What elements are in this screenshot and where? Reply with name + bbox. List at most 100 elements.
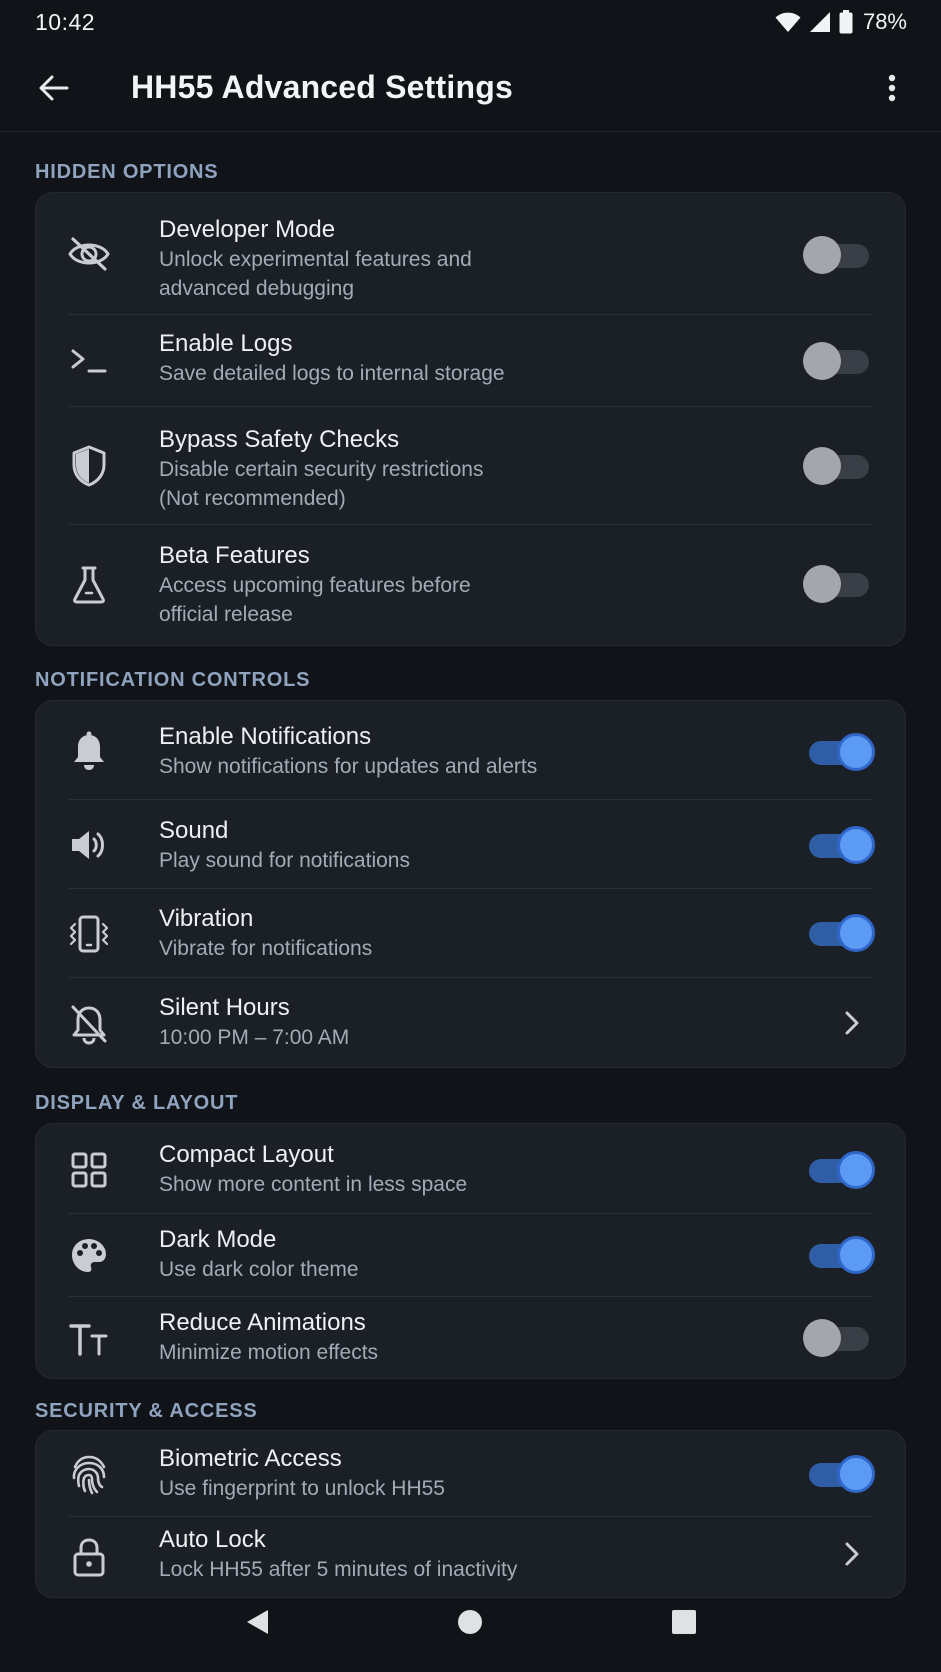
setting-title: Biometric Access [159, 1445, 342, 1472]
setting-row-biometric-access[interactable]: Biometric Access Use fingerprint to unlo… [36, 1431, 905, 1517]
setting-text: Developer Mode Unlock experimental featu… [159, 215, 735, 303]
speaker-icon [65, 821, 113, 869]
setting-text: Beta Features Access upcoming features b… [159, 541, 735, 629]
nav-back-button[interactable] [227, 1592, 287, 1652]
section-label-hidden-options: HIDDEN OPTIONS [35, 161, 219, 183]
setting-title: Developer Mode [159, 216, 336, 243]
setting-text: Enable Notifications Show notifications … [159, 722, 735, 781]
settings-screen: 10:42 78% HH55 Advanced Settings HIDDEN … [0, 0, 941, 1672]
setting-subtitle: Access upcoming features before [159, 574, 471, 597]
circle-home-icon [458, 1610, 483, 1634]
setting-subtitle: Save detailed logs to internal storage [159, 362, 505, 385]
setting-row-beta-features[interactable]: Beta Features Access upcoming features b… [36, 525, 905, 647]
setting-text: Compact Layout Show more content in less… [159, 1140, 735, 1199]
vibration-toggle[interactable] [803, 912, 875, 952]
compact-layout-toggle[interactable] [803, 1149, 875, 1189]
back-button[interactable] [27, 61, 81, 115]
text-size-icon [65, 1315, 113, 1363]
setting-title: Auto Lock [159, 1526, 266, 1553]
setting-text: Bypass Safety Checks Disable certain sec… [159, 425, 735, 513]
setting-text: Dark Mode Use dark color theme [159, 1225, 735, 1284]
setting-row-bypass-safety-checks[interactable]: Bypass Safety Checks Disable certain sec… [36, 407, 905, 525]
setting-title: Compact Layout [159, 1141, 334, 1168]
palette-icon [65, 1232, 113, 1280]
setting-text: Enable Logs Save detailed logs to intern… [159, 329, 735, 388]
enable-notifications-toggle[interactable] [803, 731, 875, 771]
setting-text: Silent Hours 10:00 PM – 7:00 AM [159, 993, 735, 1052]
biometric-access-toggle[interactable] [803, 1453, 875, 1493]
shield-icon [65, 442, 113, 490]
vibration-icon [65, 910, 113, 958]
setting-title: Dark Mode [159, 1226, 277, 1253]
chevron-right-icon [837, 1008, 867, 1038]
setting-subtitle: Vibrate for notifications [159, 937, 373, 960]
bypass-safety-checks-toggle[interactable] [803, 445, 875, 485]
square-recents-icon [672, 1610, 697, 1634]
setting-subtitle: Disable certain security restrictions [159, 458, 484, 481]
eye-off-icon [65, 230, 113, 278]
status-time: 10:42 [35, 8, 96, 35]
setting-title: Sound [159, 817, 229, 844]
setting-title: Beta Features [159, 542, 310, 569]
setting-row-silent-hours[interactable]: Silent Hours 10:00 PM – 7:00 AM [36, 978, 905, 1069]
more-vert-icon [888, 74, 896, 102]
setting-title: Bypass Safety Checks [159, 426, 400, 453]
setting-title: Reduce Animations [159, 1309, 366, 1336]
setting-subtitle: Show more content in less space [159, 1173, 468, 1196]
wifi-icon [775, 11, 801, 33]
card-hidden-options: Developer Mode Unlock experimental featu… [35, 192, 906, 646]
setting-text: Biometric Access Use fingerprint to unlo… [159, 1444, 735, 1503]
flask-icon [65, 561, 113, 609]
setting-row-reduce-animations[interactable]: Reduce Animations Minimize motion effect… [36, 1297, 905, 1380]
chevron-right-icon [837, 1539, 867, 1569]
sound-toggle[interactable] [803, 824, 875, 864]
setting-title: Vibration [159, 905, 254, 932]
status-indicators: 78% [775, 9, 907, 35]
setting-text: Reduce Animations Minimize motion effect… [159, 1308, 735, 1367]
setting-text: Sound Play sound for notifications [159, 816, 735, 875]
setting-subtitle: official release [159, 603, 293, 626]
setting-row-enable-logs[interactable]: Enable Logs Save detailed logs to intern… [36, 315, 905, 407]
system-nav-bar [0, 1572, 941, 1672]
setting-subtitle: Use dark color theme [159, 1258, 359, 1281]
setting-text: Vibration Vibrate for notifications [159, 904, 735, 963]
developer-mode-toggle[interactable] [803, 234, 875, 274]
triangle-back-icon [246, 1610, 268, 1634]
setting-subtitle: advanced debugging [159, 277, 355, 300]
grid-icon [65, 1146, 113, 1194]
section-label-security-access: SECURITY & ACCESS [35, 1400, 258, 1422]
setting-title: Enable Notifications [159, 723, 372, 750]
nav-home-button[interactable] [440, 1592, 500, 1652]
app-bar: HH55 Advanced Settings [0, 44, 941, 132]
beta-features-toggle[interactable] [803, 563, 875, 603]
section-label-notification-controls: NOTIFICATION CONTROLS [35, 669, 311, 691]
enable-logs-toggle[interactable] [803, 340, 875, 380]
nav-recents-button[interactable] [654, 1592, 714, 1652]
setting-subtitle: 10:00 PM – 7:00 AM [159, 1026, 350, 1049]
terminal-icon [65, 337, 113, 385]
setting-row-developer-mode[interactable]: Developer Mode Unlock experimental featu… [36, 193, 905, 315]
card-notification-controls: Enable Notifications Show notifications … [35, 700, 906, 1068]
battery-icon [839, 10, 853, 34]
setting-row-dark-mode[interactable]: Dark Mode Use dark color theme [36, 1214, 905, 1297]
fingerprint-icon [65, 1450, 113, 1498]
more-options-button[interactable] [865, 61, 919, 115]
setting-subtitle: Unlock experimental features and [159, 248, 472, 271]
dark-mode-toggle[interactable] [803, 1234, 875, 1274]
setting-subtitle: (Not recommended) [159, 487, 346, 510]
battery-percent: 78% [862, 9, 907, 34]
bell-off-icon [65, 1000, 113, 1048]
arrow-left-icon [39, 75, 69, 100]
setting-subtitle: Use fingerprint to unlock HH55 [159, 1477, 445, 1500]
setting-row-vibration[interactable]: Vibration Vibrate for notifications [36, 889, 905, 978]
setting-title: Enable Logs [159, 330, 293, 357]
page-title: HH55 Advanced Settings [131, 69, 513, 105]
setting-row-compact-layout[interactable]: Compact Layout Show more content in less… [36, 1124, 905, 1214]
cellular-signal-icon [809, 11, 831, 33]
reduce-animations-toggle[interactable] [803, 1317, 875, 1357]
setting-row-sound[interactable]: Sound Play sound for notifications [36, 800, 905, 889]
status-bar: 10:42 78% [0, 0, 941, 44]
card-display-layout: Compact Layout Show more content in less… [35, 1123, 906, 1379]
setting-title: Silent Hours [159, 994, 290, 1021]
setting-row-enable-notifications[interactable]: Enable Notifications Show notifications … [36, 701, 905, 800]
